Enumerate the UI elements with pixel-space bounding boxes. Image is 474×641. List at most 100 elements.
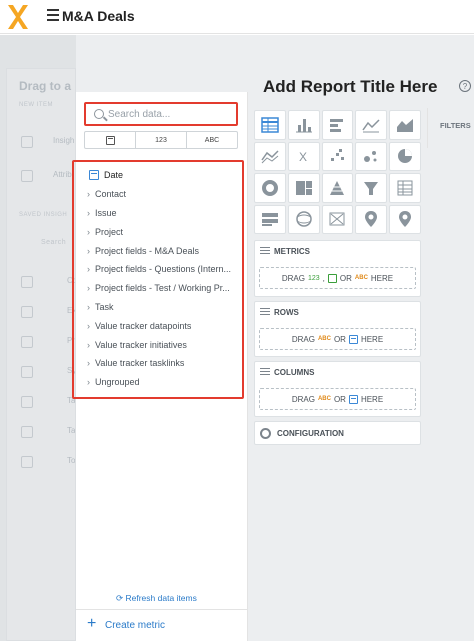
filters-label: FILTERS <box>440 121 471 130</box>
create-metric-button[interactable]: + Create metric <box>76 609 248 641</box>
bar-chart-icon <box>330 118 344 132</box>
rows-drop-target[interactable]: DRAG ABC OR HERE <box>259 328 416 350</box>
field-label: Contact <box>95 189 127 200</box>
calculated-metric-icon <box>327 273 337 283</box>
viz-option-heatmap[interactable] <box>355 204 388 234</box>
metrics-drop-target[interactable]: DRAG 123 , OR ABC HERE <box>259 267 416 289</box>
bubble-icon <box>364 151 377 163</box>
chevron-right-icon: › <box>87 245 90 256</box>
chevron-right-icon: › <box>87 358 90 369</box>
treemap-icon <box>295 180 312 195</box>
scatter-icon <box>331 149 345 162</box>
field-folder[interactable]: › Contact <box>74 185 242 204</box>
chevron-right-icon: › <box>87 377 90 388</box>
chevron-right-icon: › <box>87 189 90 200</box>
filter-date-button[interactable] <box>85 132 136 148</box>
viz-option-scatter[interactable] <box>321 141 354 171</box>
or-text: OR <box>333 334 346 344</box>
field-folder[interactable]: › Task <box>74 298 242 317</box>
refresh-data-link[interactable]: ⟳ Refresh data items <box>116 593 197 604</box>
chevron-right-icon: › <box>87 320 90 331</box>
menu-icon[interactable] <box>47 9 59 21</box>
donut-icon <box>261 179 278 196</box>
viz-option-column-chart[interactable] <box>287 110 320 140</box>
columns-zone: COLUMNS DRAG ABC OR HERE <box>254 361 421 417</box>
configuration-section[interactable]: CONFIGURATION <box>254 421 421 445</box>
viz-option-funnel[interactable] <box>355 173 388 203</box>
chevron-right-icon: › <box>87 207 90 218</box>
viz-option-donut[interactable] <box>254 173 286 203</box>
viz-option-area-chart[interactable] <box>389 110 421 140</box>
field-folder[interactable]: › Project fields - Questions (Intern... <box>74 260 242 279</box>
type-filter-group: 123 ABC <box>84 131 238 149</box>
rows-header: ROWS <box>260 308 299 317</box>
viz-option-bubble[interactable] <box>355 141 388 171</box>
text-type-icon: ABC <box>317 336 331 342</box>
search-data-input[interactable] <box>108 106 234 122</box>
viz-option-sankey[interactable] <box>287 204 320 234</box>
chevron-right-icon: › <box>87 226 90 237</box>
viz-option-combo-chart[interactable] <box>254 141 286 171</box>
field-folder[interactable]: › Project fields - Test / Working Pr... <box>74 279 242 298</box>
visualization-picker: X <box>254 110 421 234</box>
table-icon <box>261 117 279 133</box>
field-folder[interactable]: › Ungrouped <box>74 373 242 392</box>
drag-text: DRAG <box>281 273 305 283</box>
refresh-icon: ⟳ <box>116 593 124 603</box>
field-label: Project fields - M&A Deals <box>95 245 200 256</box>
app-logo-icon[interactable] <box>6 3 30 31</box>
here-text: HERE <box>360 334 384 344</box>
configuration-label: CONFIGURATION <box>277 429 344 438</box>
here-text: HERE <box>360 394 384 404</box>
columns-drop-target[interactable]: DRAG ABC OR HERE <box>259 388 416 410</box>
report-title[interactable]: Add Report Title Here <box>263 77 437 97</box>
chevron-right-icon: › <box>87 283 90 294</box>
pivot-table-icon <box>397 180 413 196</box>
rows-zone: ROWS DRAG ABC OR HERE <box>254 301 421 357</box>
list-icon <box>260 368 270 377</box>
viz-option-pyramid[interactable] <box>321 173 354 203</box>
metrics-zone: METRICS DRAG 123 , OR ABC HERE <box>254 240 421 297</box>
viz-option-geo-chart[interactable] <box>321 204 354 234</box>
columns-header: COLUMNS <box>260 368 314 377</box>
field-folder[interactable]: › Issue <box>74 204 242 223</box>
drag-text: DRAG <box>291 334 315 344</box>
list-icon <box>260 247 270 256</box>
viz-option-pie[interactable] <box>389 141 421 171</box>
field-label: Task <box>95 301 114 312</box>
numeric-type-icon: 123 <box>307 274 320 282</box>
help-icon[interactable]: ? <box>459 80 471 92</box>
viz-option-bar-chart[interactable] <box>321 110 354 140</box>
viz-option-map-pin[interactable] <box>389 204 421 234</box>
viz-option-bullet[interactable] <box>254 204 286 234</box>
gear-icon <box>260 428 271 439</box>
field-folder[interactable]: › Project <box>74 222 242 241</box>
field-label: Ungrouped <box>95 377 140 388</box>
viz-option-treemap[interactable] <box>287 173 320 203</box>
metrics-header: METRICS <box>260 247 310 256</box>
field-folder[interactable]: › Value tracker datapoints <box>74 316 242 335</box>
field-label: Value tracker initiatives <box>95 339 187 350</box>
calendar-icon <box>89 170 99 181</box>
filter-numeric-button[interactable]: 123 <box>136 132 187 148</box>
text-type-icon: ABC <box>354 275 368 281</box>
calendar-icon <box>348 394 358 404</box>
field-folder[interactable]: › Value tracker tasklinks <box>74 354 242 373</box>
field-folder[interactable]: › Value tracker initiatives <box>74 335 242 354</box>
search-icon <box>94 109 104 119</box>
viz-option-pivot-table[interactable] <box>389 173 421 203</box>
chevron-right-icon: › <box>87 339 90 350</box>
field-label: Date <box>104 170 124 181</box>
metrics-label: METRICS <box>274 247 310 256</box>
viz-option-xirr[interactable]: X <box>287 141 320 171</box>
rows-label: ROWS <box>274 308 299 317</box>
combo-chart-icon <box>261 150 279 164</box>
geo-chart-icon <box>329 212 345 226</box>
viz-option-line-chart[interactable] <box>355 110 388 140</box>
filter-text-button[interactable]: ABC <box>187 132 237 148</box>
text-type-icon: ABC <box>317 396 331 402</box>
viz-option-table[interactable] <box>254 110 286 140</box>
field-date[interactable]: Date <box>74 166 242 185</box>
field-folder[interactable]: › Project fields - M&A Deals <box>74 241 242 260</box>
plus-icon: + <box>87 615 97 632</box>
